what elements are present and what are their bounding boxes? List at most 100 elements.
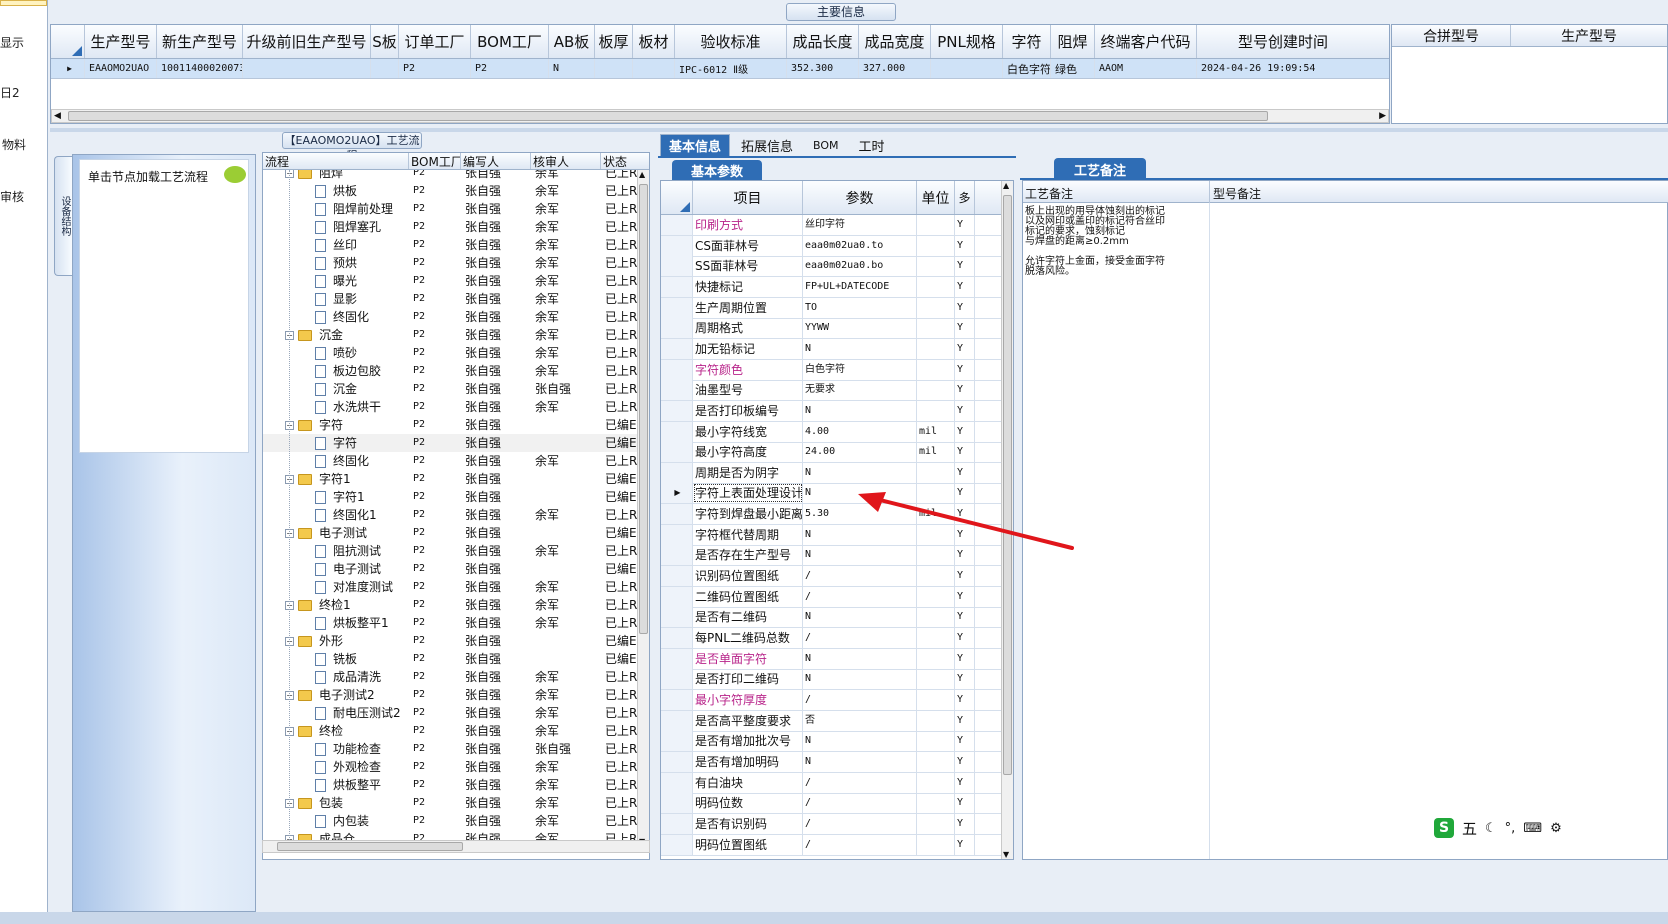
- tree-row[interactable]: 终固化 P2 张自强 余军 已上R: [263, 452, 639, 470]
- param-value[interactable]: TO: [803, 297, 917, 318]
- scrollbar-thumb[interactable]: [68, 111, 1268, 121]
- tree-row[interactable]: 烘板 P2 张自强 余军 已上R: [263, 182, 639, 200]
- tree-row[interactable]: 成品清洗 P2 张自强 余军 已上R: [263, 668, 639, 686]
- param-value[interactable]: 24.00: [803, 442, 917, 463]
- tree-node-label[interactable]: 字符1: [319, 470, 405, 488]
- param-row[interactable]: 二维码位置图纸 / Y: [661, 586, 1001, 608]
- tree-row[interactable]: 字符 P2 张自强 已编E: [263, 434, 639, 452]
- scroll-right-icon[interactable]: ▶: [1379, 110, 1386, 122]
- scrollbar-thumb[interactable]: [277, 842, 463, 851]
- param-value[interactable]: 无要求: [803, 380, 917, 401]
- param-value[interactable]: eaa0m02ua0.to: [803, 235, 917, 256]
- param-row[interactable]: 每PNL二维码总数 / Y: [661, 628, 1001, 649]
- scroll-up-icon[interactable]: ▲: [1003, 181, 1009, 190]
- tree-node-label[interactable]: 包装: [319, 794, 405, 812]
- nav-item-2[interactable]: 日2: [0, 84, 20, 101]
- param-row[interactable]: 是否有识别码 / Y: [661, 813, 1001, 835]
- tree-node-label[interactable]: 耐电压测试2: [333, 704, 409, 722]
- tree-node-label[interactable]: 终固化: [333, 308, 409, 326]
- param-row[interactable]: 最小字符高度 24.00 mil Y: [661, 442, 1001, 464]
- tree-node-label[interactable]: 沉金: [319, 326, 405, 344]
- ime-mode-label[interactable]: 五: [1462, 818, 1477, 839]
- table-row[interactable]: ▶ EAAOMO2UAO 10011400020073 P2 P2 N IPC-…: [51, 59, 1389, 79]
- tree-node-label[interactable]: 丝印: [333, 236, 409, 254]
- process-remarks-text[interactable]: 板上出现的用导体蚀刻出的标记 以及网印或盖印的标记符合丝印 标记的要求，蚀刻标记 与焊…: [1025, 207, 1207, 277]
- param-row[interactable]: 识别码位置图纸 / Y: [661, 566, 1001, 588]
- col-header[interactable]: 生产型号: [1511, 25, 1667, 46]
- param-value[interactable]: /: [803, 586, 917, 607]
- param-row[interactable]: 快捷标记 FP+UL+DATECODE Y: [661, 276, 1001, 298]
- tree-row[interactable]: 曝光 P2 张自强 余军 已上R: [263, 272, 639, 290]
- nav-item-material[interactable]: 物料: [2, 136, 26, 153]
- tree-node-label[interactable]: 外形: [319, 632, 405, 650]
- param-value[interactable]: 否: [803, 710, 917, 731]
- col-header[interactable]: PNL规格: [931, 25, 1003, 58]
- tree-row[interactable]: 阻焊前处理 P2 张自强 余军 已上R: [263, 200, 639, 218]
- param-value[interactable]: eaa0m02ua0.bo: [803, 256, 917, 277]
- param-row[interactable]: 加无铅标记 N Y: [661, 338, 1001, 360]
- col-header[interactable]: 参数: [803, 181, 917, 214]
- tree-node-label[interactable]: 电子测试: [319, 524, 405, 542]
- tree-node-label[interactable]: 终检1: [319, 596, 405, 614]
- scrollbar-thumb[interactable]: [639, 184, 648, 634]
- tree-node-label[interactable]: 烘板: [333, 182, 409, 200]
- keyboard-icon[interactable]: ⌨: [1523, 821, 1542, 836]
- tree-node-label[interactable]: 内包装: [333, 812, 409, 830]
- tree-node-label[interactable]: 沉金: [333, 380, 409, 398]
- tree-node-label[interactable]: 阻焊塞孔: [333, 218, 409, 236]
- param-value[interactable]: FP+UL+DATECODE: [803, 276, 917, 297]
- param-value[interactable]: YYWW: [803, 318, 917, 339]
- scroll-up-icon[interactable]: ▲: [639, 170, 645, 179]
- tree-node-label[interactable]: 外观检查: [333, 758, 409, 776]
- tree-node-label[interactable]: 曝光: [333, 272, 409, 290]
- param-row[interactable]: 是否打印二维码 N Y: [661, 669, 1001, 691]
- tree-node-label[interactable]: 显影: [333, 290, 409, 308]
- tree-node-label[interactable]: 对准度测试: [333, 578, 409, 596]
- col-header[interactable]: 新生产型号: [157, 25, 243, 58]
- param-row[interactable]: 明码位置图纸 / Y: [661, 834, 1001, 856]
- col-header[interactable]: BOM工厂: [409, 153, 461, 169]
- tab-bom[interactable]: BOM: [804, 134, 848, 156]
- tree-node-label[interactable]: 烘板整平1: [333, 614, 409, 632]
- param-row[interactable]: 周期是否为阴字 N Y: [661, 462, 1001, 484]
- param-value[interactable]: /: [803, 813, 917, 834]
- tree-row[interactable]: − 字符 P2 张自强 已编E: [263, 416, 639, 434]
- tab-extended-info[interactable]: 拓展信息: [732, 134, 802, 156]
- param-value[interactable]: 白色字符: [803, 359, 917, 380]
- tree-row[interactable]: 显影 P2 张自强 余军 已上R: [263, 290, 639, 308]
- param-row[interactable]: 明码位数 / Y: [661, 793, 1001, 815]
- param-value[interactable]: N: [803, 731, 917, 752]
- punctuation-icon[interactable]: °,: [1505, 821, 1516, 836]
- tree-row[interactable]: − 包装 P2 张自强 余军 已上R: [263, 794, 639, 812]
- param-row[interactable]: 是否高平整度要求否 Y: [661, 710, 1001, 732]
- tree-row[interactable]: 预烘 P2 张自强 余军 已上R: [263, 254, 639, 272]
- col-header[interactable]: 核审人: [531, 153, 601, 169]
- param-value[interactable]: N: [803, 669, 917, 690]
- col-header[interactable]: 成品宽度: [859, 25, 931, 58]
- col-header[interactable]: AB板: [549, 25, 595, 58]
- param-value[interactable]: /: [803, 566, 917, 587]
- subtab-basic-params[interactable]: 基本参数: [672, 160, 762, 180]
- tree-row[interactable]: 内包装 P2 张自强 余军 已上R: [263, 812, 639, 830]
- tree-row[interactable]: 水洗烘干 P2 张自强 余军 已上R: [263, 398, 639, 416]
- tree-row[interactable]: 外观检查 P2 张自强 余军 已上R: [263, 758, 639, 776]
- param-row[interactable]: 最小字符厚度 / Y: [661, 689, 1001, 711]
- tree-node-label[interactable]: 终固化: [333, 452, 409, 470]
- tree-row[interactable]: − 阻焊 P2 张自强 余军 已上R: [263, 170, 639, 182]
- col-header[interactable]: 流程: [263, 153, 409, 169]
- col-header[interactable]: 单位: [917, 181, 955, 214]
- tab-process-remarks[interactable]: 工艺备注: [1054, 158, 1146, 180]
- scroll-left-icon[interactable]: ◀: [54, 110, 61, 122]
- param-row[interactable]: 生产周期位置 TO Y: [661, 297, 1001, 319]
- param-value[interactable]: N: [803, 607, 917, 628]
- ime-toolbar[interactable]: S 五 ☾ °, ⌨ ⚙: [1430, 816, 1660, 840]
- param-row[interactable]: 油墨型号 无要求 Y: [661, 380, 1001, 402]
- tree-row[interactable]: 耐电压测试2 P2 张自强 余军 已上R: [263, 704, 639, 722]
- tree-node-label[interactable]: 水洗烘干: [333, 398, 409, 416]
- param-row[interactable]: SS面菲林号 eaa0m02ua0.bo Y: [661, 256, 1001, 278]
- param-row[interactable]: 是否有增加明码 N Y: [661, 751, 1001, 773]
- tree-row[interactable]: 烘板整平 P2 张自强 余军 已上R: [263, 776, 639, 794]
- tree-node-label[interactable]: 字符: [319, 416, 405, 434]
- param-value[interactable]: N: [803, 648, 917, 669]
- col-header[interactable]: 项目: [693, 181, 803, 214]
